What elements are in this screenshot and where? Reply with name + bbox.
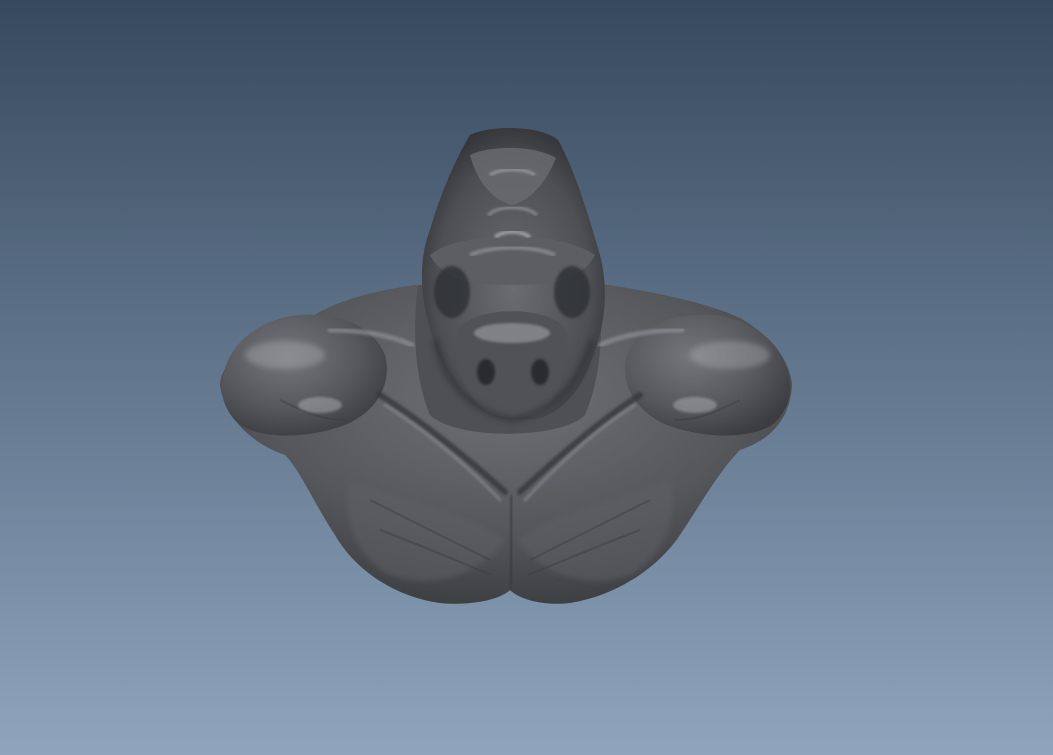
right-nostril: [531, 359, 549, 385]
left-deltoid-highlight: [298, 397, 342, 413]
3d-viewport[interactable]: [0, 0, 1053, 755]
sternum-line: [508, 494, 514, 591]
right-deltoid-highlight: [673, 397, 717, 413]
right-eye-socket: [554, 266, 590, 318]
left-shoulder-highlight: [245, 341, 325, 369]
snout-highlight: [474, 323, 550, 343]
left-eye-socket: [434, 266, 470, 318]
viewport-canvas[interactable]: [0, 0, 1053, 755]
left-nostril: [477, 359, 495, 385]
right-shoulder-highlight: [690, 341, 770, 369]
